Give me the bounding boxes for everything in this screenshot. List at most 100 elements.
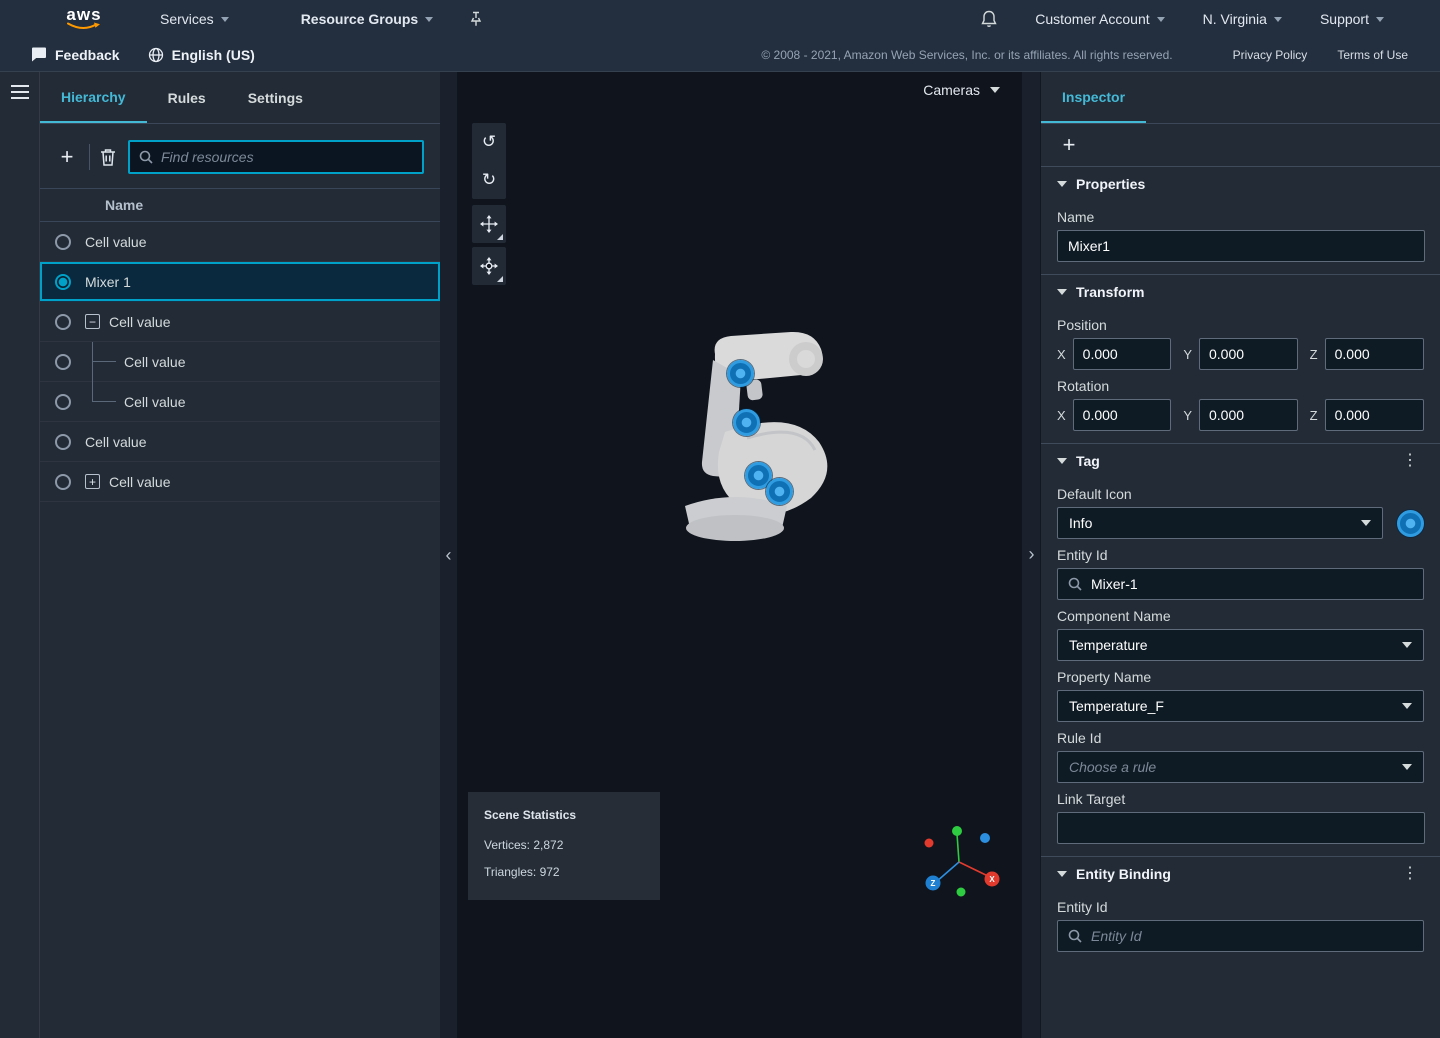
axis-x-negative-dot — [925, 839, 934, 848]
viewport-toolbar: ↺ ↻ — [472, 123, 506, 289]
tag-widget[interactable] — [727, 360, 754, 387]
search-input[interactable] — [161, 149, 413, 165]
row-radio[interactable] — [55, 434, 71, 450]
row-label: Cell value — [85, 234, 146, 250]
hierarchy-row[interactable]: Cell value — [40, 422, 440, 462]
language-selector[interactable]: English (US) — [148, 47, 255, 63]
transform-tool-button[interactable] — [472, 247, 506, 285]
info-tag-preview-icon — [1397, 510, 1424, 537]
rotation-z-input[interactable] — [1325, 399, 1424, 431]
property-name-select[interactable]: Temperature_F — [1057, 690, 1424, 722]
rotation-x-input[interactable] — [1073, 399, 1172, 431]
tree-connector-line — [85, 382, 124, 422]
nav-account-menu[interactable]: Customer Account — [1035, 11, 1164, 27]
scene-region: ‹ › Cameras ↺ ↻ — [440, 72, 1040, 1038]
entity-id-input[interactable] — [1091, 576, 1413, 592]
link-target-input[interactable] — [1057, 812, 1425, 844]
rule-id-select[interactable]: Choose a rule — [1057, 751, 1424, 783]
entity-binding-options-menu-icon[interactable]: ⋮ — [1396, 864, 1424, 884]
menu-button[interactable] — [11, 85, 29, 103]
chevron-down-icon — [425, 17, 433, 22]
position-label: Position — [1057, 317, 1424, 333]
terms-of-use-link[interactable]: Terms of Use — [1337, 48, 1408, 62]
mixer-3d-model[interactable] — [655, 330, 855, 550]
twinmaker-scene-composer: aws Services Resource Groups — [0, 0, 1440, 1038]
axis-gizmo[interactable]: X Z — [912, 820, 1008, 902]
section-tag-header[interactable]: Tag ⋮ — [1041, 444, 1440, 478]
delete-resource-button[interactable] — [100, 148, 116, 166]
row-radio[interactable] — [55, 354, 71, 370]
pin-shortcut-button[interactable] — [469, 11, 483, 27]
cameras-dropdown[interactable]: Cameras — [923, 82, 1000, 98]
collapse-right-panel-button[interactable]: › — [1024, 541, 1039, 567]
privacy-policy-link[interactable]: Privacy Policy — [1233, 48, 1308, 62]
row-label: Cell value — [124, 354, 185, 370]
chevron-down-icon — [1402, 642, 1412, 648]
collapse-left-panel-button[interactable]: ‹ — [441, 542, 456, 568]
tag-widget[interactable] — [766, 478, 793, 505]
stats-title: Scene Statistics — [484, 808, 644, 822]
position-z-input[interactable] — [1325, 338, 1424, 370]
chevron-down-icon — [990, 87, 1000, 93]
row-radio[interactable] — [55, 474, 71, 490]
tab-rules[interactable]: Rules — [147, 72, 227, 123]
tag-widget[interactable] — [733, 409, 760, 436]
chevron-down-icon — [1361, 520, 1371, 526]
globe-icon — [148, 47, 164, 63]
add-resource-button[interactable]: + — [55, 146, 79, 168]
name-input[interactable] — [1057, 230, 1425, 262]
search-icon — [1068, 577, 1082, 591]
hierarchy-row[interactable]: Cell value — [40, 222, 440, 262]
aws-top-nav: aws Services Resource Groups — [0, 0, 1440, 38]
inspector-panel: Inspector + Properties Name Transform Po… — [1040, 72, 1440, 1038]
nav-support-menu[interactable]: Support — [1320, 11, 1384, 27]
aws-logo-text: aws — [66, 7, 101, 22]
default-icon-select[interactable]: Info — [1057, 507, 1383, 539]
section-caret-icon — [1057, 181, 1067, 187]
position-row: X Y Z — [1057, 338, 1424, 370]
rotation-label: Rotation — [1057, 378, 1424, 394]
tab-hierarchy[interactable]: Hierarchy — [40, 72, 147, 123]
row-radio[interactable] — [55, 314, 71, 330]
section-properties-header[interactable]: Properties — [1041, 167, 1440, 201]
hierarchy-row-selected[interactable]: Mixer 1 — [40, 262, 440, 302]
aws-logo[interactable]: aws — [64, 7, 104, 31]
tab-settings[interactable]: Settings — [227, 72, 324, 123]
stats-vertices: Vertices: 2,872 — [484, 838, 644, 852]
tag-options-menu-icon[interactable]: ⋮ — [1396, 451, 1424, 471]
hierarchy-row[interactable]: − Cell value — [40, 302, 440, 342]
hierarchy-row-child[interactable]: Cell value — [40, 342, 440, 382]
rotation-y-input[interactable] — [1199, 399, 1298, 431]
feedback-link[interactable]: Feedback — [30, 47, 120, 63]
translate-tool-button[interactable] — [472, 205, 506, 243]
nav-resource-groups[interactable]: Resource Groups — [301, 11, 433, 27]
resource-search — [128, 140, 424, 174]
notifications-button[interactable] — [981, 10, 997, 28]
section-transform-header[interactable]: Transform — [1041, 275, 1440, 309]
viewport-canvas[interactable]: Cameras ↺ ↻ — [457, 72, 1022, 1038]
section-entity-binding-header[interactable]: Entity Binding ⋮ — [1041, 857, 1440, 891]
expand-node-icon[interactable]: + — [85, 474, 100, 489]
chevron-down-icon — [1274, 17, 1282, 22]
copyright-text: © 2008 - 2021, Amazon Web Services, Inc.… — [761, 48, 1172, 62]
nav-region-selector[interactable]: N. Virginia — [1203, 11, 1282, 27]
row-label: Mixer 1 — [85, 274, 131, 290]
redo-button[interactable]: ↻ — [472, 161, 506, 199]
row-radio[interactable] — [55, 234, 71, 250]
section-entity-binding: Entity Binding ⋮ Entity Id — [1041, 856, 1440, 964]
position-y-input[interactable] — [1199, 338, 1298, 370]
tab-inspector[interactable]: Inspector — [1041, 72, 1146, 123]
undo-button[interactable]: ↺ — [472, 123, 506, 161]
nav-services[interactable]: Services — [160, 11, 229, 27]
row-radio[interactable] — [55, 394, 71, 410]
row-radio-selected[interactable] — [55, 274, 71, 290]
hierarchy-row[interactable]: + Cell value — [40, 462, 440, 502]
position-x-input[interactable] — [1073, 338, 1172, 370]
component-name-select[interactable]: Temperature — [1057, 629, 1424, 661]
hierarchy-row-child[interactable]: Cell value — [40, 382, 440, 422]
collapse-node-icon[interactable]: − — [85, 314, 100, 329]
binding-entity-id-label: Entity Id — [1057, 899, 1424, 915]
add-component-button[interactable]: + — [1057, 134, 1081, 156]
binding-entity-id-input[interactable] — [1091, 928, 1413, 944]
hierarchy-toolbar: + — [40, 124, 440, 174]
